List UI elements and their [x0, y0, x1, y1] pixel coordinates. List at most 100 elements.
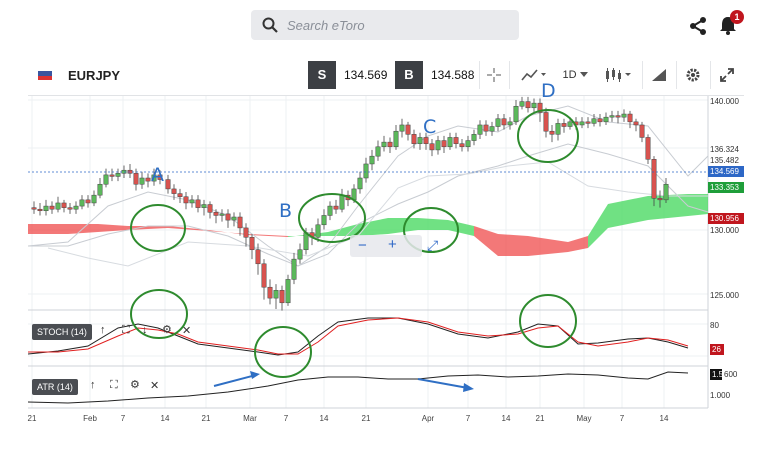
candle-body: [429, 143, 435, 151]
x-axis-label: Feb: [83, 414, 97, 423]
chart-type-button[interactable]: [600, 61, 636, 89]
candle-body: [49, 205, 55, 210]
zoom-out-button[interactable]: −: [358, 237, 367, 254]
candle-body: [267, 286, 273, 299]
reset-zoom-icon[interactable]: ⤢: [427, 237, 438, 254]
close-icon[interactable]: ✕: [182, 324, 191, 337]
candle-body: [183, 196, 189, 204]
timeframe-button[interactable]: 1D: [560, 61, 590, 89]
annotation-c: C: [423, 116, 437, 138]
candle-body: [273, 290, 279, 299]
price-tick: 136.324: [710, 145, 739, 154]
candle-body: [79, 199, 85, 207]
x-axis-label: 7: [619, 414, 625, 423]
stoch-indicator-label[interactable]: STOCH (14): [32, 324, 92, 340]
search-input[interactable]: Search eToro: [287, 18, 365, 33]
candle-body: [55, 202, 61, 210]
candle-body: [91, 194, 97, 204]
price-chart[interactable]: 140.000 136.324 135.482 134.569 133.353 …: [28, 80, 744, 436]
sell-price[interactable]: 134.569: [344, 68, 387, 82]
candle-body: [133, 173, 139, 185]
candle-body: [195, 199, 201, 208]
annotation-a: A: [151, 164, 164, 186]
zoom-in-button[interactable]: +: [388, 236, 397, 253]
candle-body: [375, 146, 381, 157]
candle-body: [453, 137, 459, 144]
crosshair-button[interactable]: [480, 61, 508, 89]
candle-body: [31, 207, 37, 210]
notification-badge: 1: [730, 10, 744, 24]
crosshair-icon: [487, 68, 501, 82]
price-tick: 130.000: [710, 226, 739, 235]
candle-body: [321, 215, 327, 226]
x-axis-label: 14: [501, 414, 511, 423]
candle-body: [285, 279, 291, 304]
drawing-tools-button[interactable]: [646, 61, 672, 89]
buy-price[interactable]: 134.588: [431, 68, 474, 82]
x-axis-label: 14: [160, 414, 170, 423]
arrow-head: [250, 371, 260, 379]
settings-button[interactable]: [680, 61, 706, 89]
candle-body: [61, 202, 67, 208]
gear-icon: [686, 68, 700, 82]
annotation-circle: [130, 289, 188, 339]
close-icon[interactable]: ✕: [150, 379, 159, 392]
candles-icon: [606, 68, 631, 82]
candle-body: [357, 177, 363, 190]
move-up-icon[interactable]: ↑: [100, 324, 106, 336]
candle-body: [627, 113, 633, 123]
candle-body: [327, 205, 333, 216]
expand-panel-icon[interactable]: ⛶: [122, 324, 130, 337]
candle-body: [297, 249, 303, 260]
candle-body: [663, 183, 669, 201]
expand-panel-icon[interactable]: ⛶: [110, 379, 118, 392]
candle-body: [585, 121, 591, 124]
candle-body: [411, 134, 417, 144]
atr-tick: 1.000: [710, 391, 731, 400]
stoch-value-tag: 26: [710, 344, 724, 355]
candle-body: [597, 118, 603, 123]
candle-body: [97, 183, 103, 196]
candle-body: [387, 141, 393, 148]
candle-body: [633, 121, 639, 126]
candle-body: [145, 177, 151, 182]
move-down-icon[interactable]: ↓: [142, 324, 148, 336]
atr-value-tag: 1.5: [710, 369, 724, 380]
candle-body: [513, 105, 519, 123]
buy-button[interactable]: B: [395, 61, 423, 89]
candle-body: [393, 130, 399, 148]
candle-body: [225, 213, 231, 221]
candle-body: [495, 118, 501, 127]
candle-body: [603, 116, 609, 123]
share-icon[interactable]: [688, 16, 708, 36]
x-axis-label: 7: [120, 414, 126, 423]
sell-button[interactable]: S: [308, 61, 336, 89]
move-up-icon[interactable]: ↑: [90, 379, 96, 391]
candle-body: [423, 137, 429, 144]
candle-body: [579, 121, 585, 126]
candle-body: [447, 137, 453, 148]
chevron-down-icon: [579, 72, 588, 77]
candle-body: [459, 143, 465, 148]
candle-body: [501, 118, 507, 126]
fullscreen-button[interactable]: [714, 61, 740, 89]
candle-body: [231, 216, 237, 221]
atr-indicator-label[interactable]: ATR (14): [32, 379, 78, 395]
panel-settings-icon[interactable]: ⚙: [130, 378, 140, 391]
candle-body: [435, 140, 441, 151]
price-tag-red: 130.956: [708, 213, 744, 224]
candle-body: [333, 205, 339, 210]
x-axis-label: 7: [283, 414, 289, 423]
candle-body: [561, 123, 567, 127]
candle-body: [189, 199, 195, 204]
search-bar[interactable]: Search eToro: [251, 10, 519, 40]
candle-body: [621, 113, 627, 118]
x-axis-label: 14: [319, 414, 329, 423]
candle-body: [519, 101, 525, 107]
candle-body: [255, 249, 261, 265]
candle-body: [543, 112, 549, 132]
panel-settings-icon[interactable]: ⚙: [162, 323, 172, 336]
drawing-icon: [652, 69, 666, 81]
annotation-b: B: [279, 200, 293, 222]
candle-body: [549, 130, 555, 135]
